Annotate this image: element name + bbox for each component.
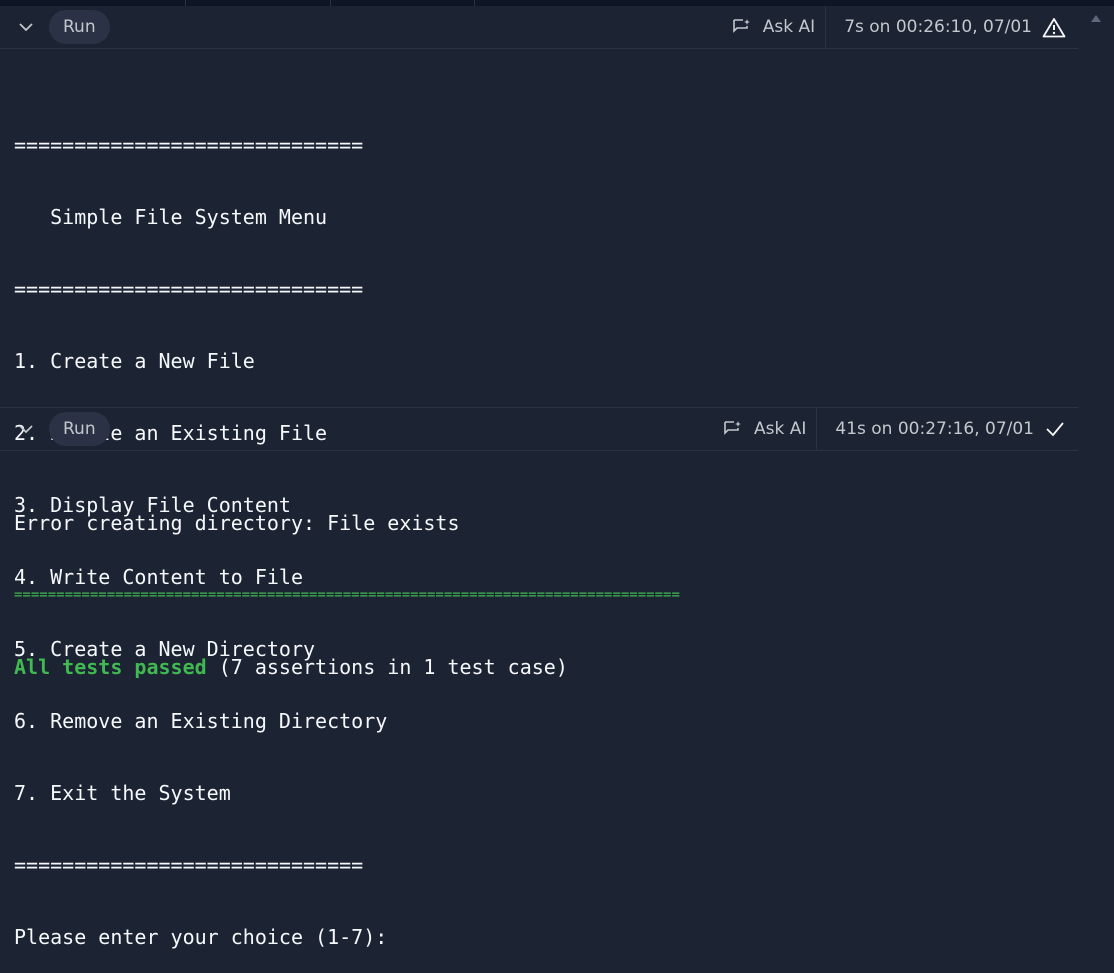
tests-passed-label: All tests passed	[14, 655, 207, 679]
check-icon	[1046, 422, 1064, 437]
ask-ai-label: Ask AI	[753, 419, 807, 439]
output-line: 6. Remove an Existing Directory	[14, 709, 388, 733]
tests-detail-text: (7 assertions in 1 test case)	[206, 655, 568, 679]
cell-1-status: 7s on 00:26:10, 07/01	[826, 6, 1078, 48]
output-line: 1. Create a New File	[14, 349, 255, 373]
run-status-text: 7s on 00:26:10, 07/01	[844, 17, 1032, 37]
warning-icon	[1042, 17, 1066, 37]
cell-2-header: Run Ask AI 41s on 00:27:16, 07/01	[0, 408, 1078, 451]
output-line: Error creating directory: File exists	[14, 511, 460, 535]
run-button[interactable]: Run	[49, 10, 110, 44]
output-line: =============================	[14, 853, 364, 877]
output-line: Simple File System Menu	[14, 205, 328, 229]
output-separator: ========================================…	[14, 587, 680, 603]
cell-2-output: Error creating directory: File exists ==…	[14, 463, 1064, 703]
ask-ai-label: Ask AI	[762, 17, 816, 37]
scrollbar[interactable]	[1078, 6, 1114, 585]
run-status-text: 41s on 00:27:16, 07/01	[835, 419, 1034, 439]
cell-1-header: Run Ask AI 7s on 00:26:10, 07/01	[0, 6, 1078, 49]
scroll-up-arrow-icon[interactable]	[1091, 15, 1101, 22]
output-line: 7. Exit the System	[14, 781, 231, 805]
chevron-down-icon[interactable]	[18, 421, 34, 437]
output-line: Please enter your choice (1-7):	[14, 925, 388, 949]
cell-2-status: 41s on 00:27:16, 07/01	[817, 408, 1078, 450]
ask-ai-button[interactable]: Ask AI	[712, 408, 816, 450]
output-line: =============================	[14, 277, 364, 301]
ask-ai-icon	[724, 421, 741, 435]
ask-ai-icon	[732, 19, 750, 33]
run-button[interactable]: Run	[49, 412, 110, 446]
chevron-down-icon[interactable]	[18, 19, 34, 35]
output-line: =============================	[14, 133, 364, 157]
test-result-line: All tests passed (7 assertions in 1 test…	[14, 655, 1064, 679]
ask-ai-button[interactable]: Ask AI	[721, 6, 825, 48]
